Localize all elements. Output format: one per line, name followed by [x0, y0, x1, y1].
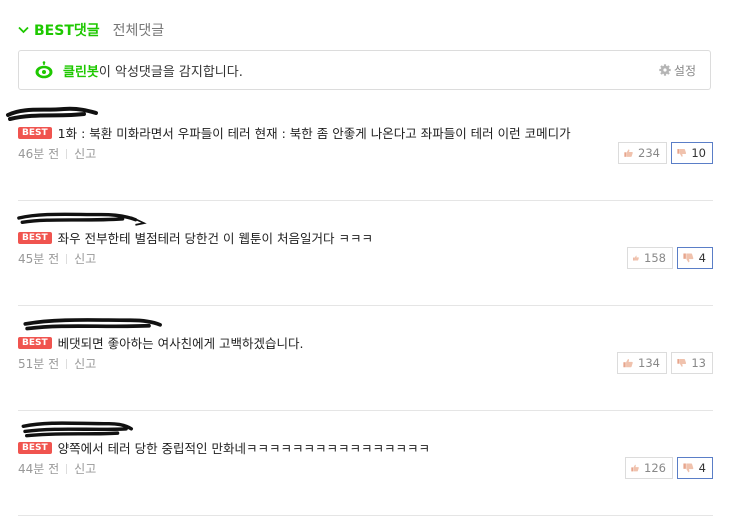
thumbs-down-icon [683, 463, 694, 473]
like-button[interactable]: 126 [625, 457, 673, 479]
best-badge: BEST [18, 126, 52, 139]
best-badge: BEST [18, 336, 52, 349]
comment-item: BEST 좌우 전부한테 별점테러 당한건 이 웹툰이 처음일거다 ㅋㅋㅋ 45… [17, 202, 713, 306]
report-button[interactable]: 신고 [74, 460, 96, 477]
dislike-button[interactable]: 10 [671, 142, 713, 164]
divider [66, 253, 68, 264]
dislike-count: 4 [698, 251, 706, 265]
comment-text: 좌우 전부한테 별점테러 당한건 이 웹툰이 처음일거다 ㅋㅋㅋ [57, 231, 373, 246]
dislike-button[interactable]: 4 [677, 247, 713, 269]
divider [66, 463, 68, 474]
tab-all-comments[interactable]: 전체댓글 [113, 20, 165, 40]
comment-item: BEST 양쪽에서 테러 당한 중립적인 만화네ㅋㅋㅋㅋㅋㅋㅋㅋㅋㅋㅋㅋㅋㅋㅋㅋ… [18, 412, 713, 516]
comment-time: 46분 전 [18, 147, 60, 161]
comment-content: BEST 양쪽에서 테러 당한 중립적인 만화네ㅋㅋㅋㅋㅋㅋㅋㅋㅋㅋㅋㅋㅋㅋㅋㅋ [18, 438, 430, 457]
comment-item: BEST 1화 : 북환 미화라면서 우파들이 테러 현재 : 북한 좀 안좋게… [6, 97, 713, 201]
chevron-down-icon [18, 26, 29, 34]
dislike-count: 10 [691, 146, 706, 160]
report-button[interactable]: 신고 [74, 145, 96, 162]
comment-content: BEST 1화 : 북환 미화라면서 우파들이 테러 현재 : 북한 좀 안좋게… [18, 123, 571, 142]
like-count: 158 [644, 251, 666, 265]
divider [66, 358, 68, 369]
like-button[interactable]: 134 [617, 352, 667, 374]
cleanbot-banner: 클린봇이 악성댓글을 감지합니다. 설정 [18, 50, 711, 90]
best-badge: BEST [18, 441, 52, 454]
cleanbot-text: 이 악성댓글을 감지합니다. [98, 64, 243, 80]
comment-meta: 45분 전 신고 [18, 250, 96, 267]
vote-buttons: 234 10 [618, 142, 713, 164]
thumbs-up-icon [633, 255, 639, 261]
best-badge: BEST [18, 231, 52, 244]
thumbs-down-icon [677, 149, 687, 157]
like-button[interactable]: 158 [627, 247, 673, 269]
dislike-count: 4 [698, 461, 706, 475]
comment-text: 양쪽에서 테러 당한 중립적인 만화네ㅋㅋㅋㅋㅋㅋㅋㅋㅋㅋㅋㅋㅋㅋㅋㅋ [57, 441, 431, 456]
thumbs-up-icon [624, 149, 633, 157]
vote-buttons: 158 4 [627, 247, 713, 269]
redacted-nickname [23, 318, 162, 331]
redacted-nickname [6, 106, 98, 121]
tab-best-label: BEST댓글 [34, 23, 100, 39]
thumbs-up-icon [631, 464, 639, 472]
tab-best-comments[interactable]: BEST댓글 [18, 20, 100, 40]
redacted-nickname [21, 421, 133, 438]
comment-meta: 46분 전 신고 [18, 145, 96, 162]
gear-icon [659, 64, 671, 76]
cleanbot-settings-button[interactable]: 설정 [659, 62, 696, 79]
comment-time: 45분 전 [18, 252, 60, 266]
comment-time: 44분 전 [18, 462, 60, 476]
redacted-nickname [17, 212, 147, 226]
comment-time: 51분 전 [18, 357, 60, 371]
like-count: 134 [638, 356, 660, 370]
report-button[interactable]: 신고 [74, 250, 96, 267]
comment-item: BEST 베댓되면 좋아하는 여사친에게 고백하겠습니다. 51분 전 신고 1… [18, 307, 713, 411]
thumbs-down-icon [677, 359, 687, 367]
cleanbot-robot-icon [33, 59, 55, 81]
comment-text: 베댓되면 좋아하는 여사친에게 고백하겠습니다. [57, 336, 304, 351]
like-button[interactable]: 234 [618, 142, 667, 164]
comment-tabs: BEST댓글 전체댓글 [18, 20, 164, 40]
like-count: 126 [644, 461, 666, 475]
comment-meta: 51분 전 신고 [18, 355, 96, 372]
settings-label: 설정 [673, 63, 696, 78]
cleanbot-message: 클린봇이 악성댓글을 감지합니다. [63, 61, 243, 80]
like-count: 234 [638, 146, 660, 160]
comment-text: 1화 : 북환 미화라면서 우파들이 테러 현재 : 북한 좀 안좋게 나온다고… [57, 126, 571, 141]
comment-content: BEST 좌우 전부한테 별점테러 당한건 이 웹툰이 처음일거다 ㅋㅋㅋ [18, 228, 373, 247]
dislike-count: 13 [691, 356, 706, 370]
thumbs-down-icon [683, 253, 694, 263]
report-button[interactable]: 신고 [74, 355, 96, 372]
dislike-button[interactable]: 4 [677, 457, 713, 479]
dislike-button[interactable]: 13 [671, 352, 713, 374]
cleanbot-name: 클린봇 [63, 64, 99, 80]
vote-buttons: 126 4 [625, 457, 713, 479]
comment-content: BEST 베댓되면 좋아하는 여사친에게 고백하겠습니다. [18, 333, 304, 352]
divider [66, 148, 68, 159]
comment-meta: 44분 전 신고 [18, 460, 96, 477]
thumbs-up-icon [623, 358, 633, 368]
vote-buttons: 134 13 [617, 352, 713, 374]
